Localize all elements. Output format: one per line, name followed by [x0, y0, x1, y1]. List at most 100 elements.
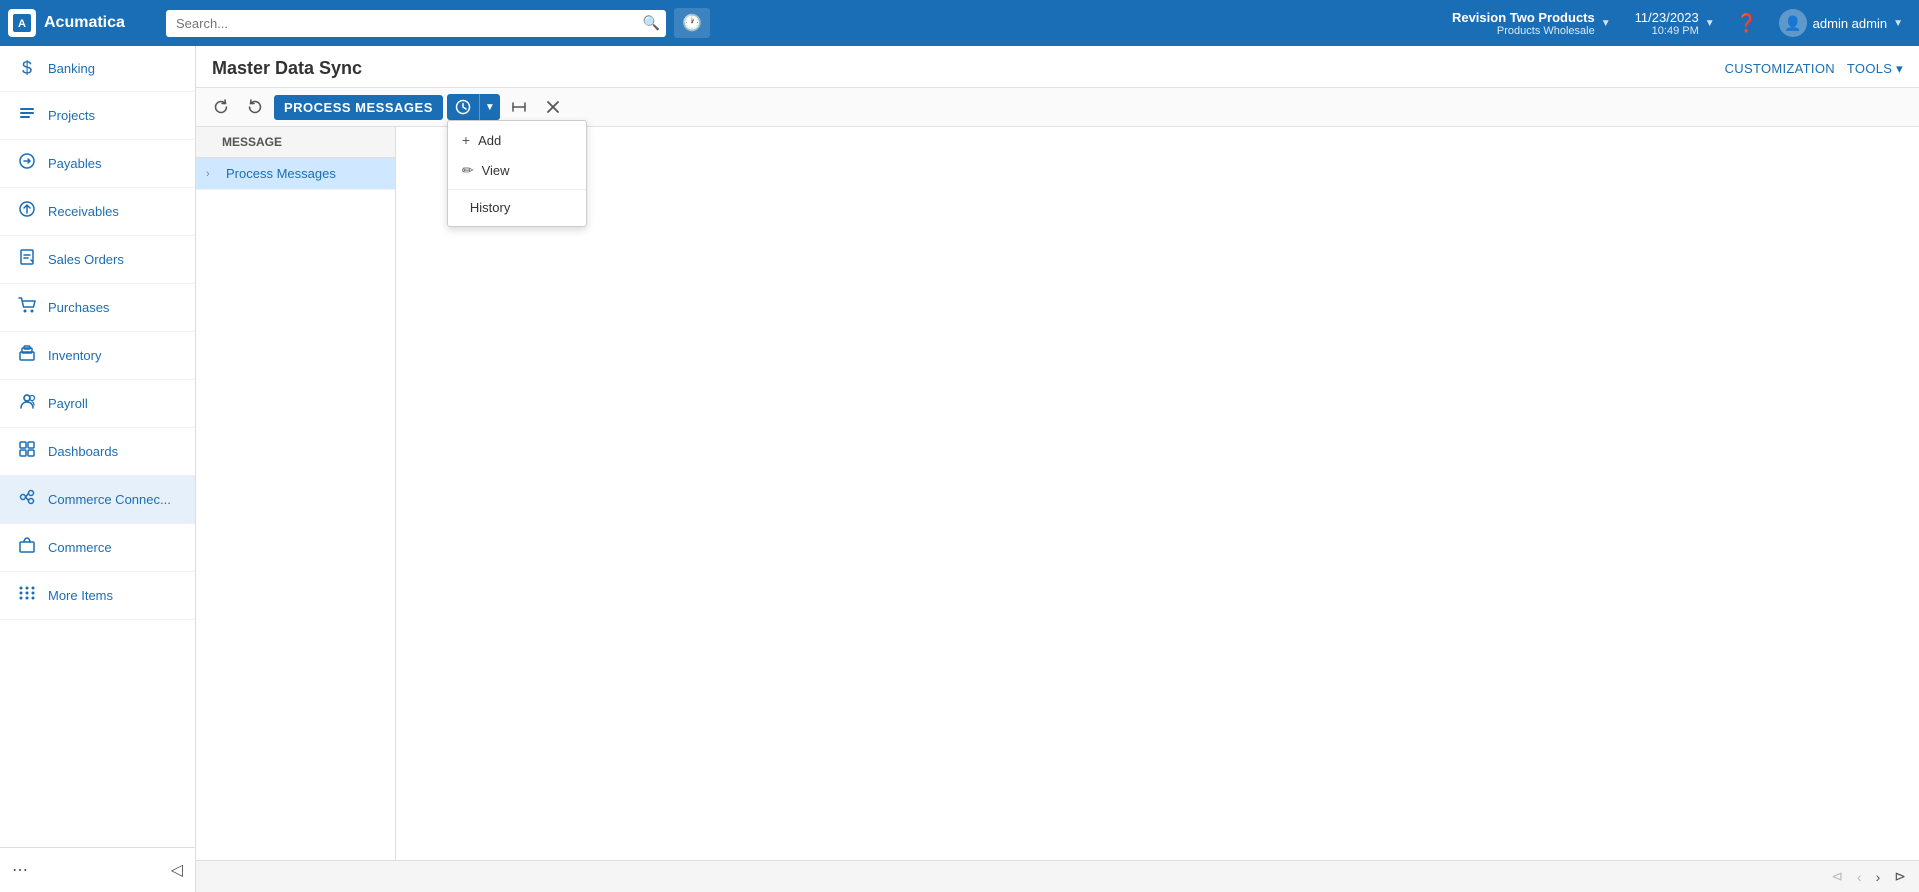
sidebar-label-commerce: Commerce [48, 540, 112, 555]
clock-dropdown-group: ▼ + Add ✏ View History [447, 94, 500, 120]
pagination-first-button[interactable]: ⊲ [1826, 865, 1848, 888]
top-navbar: A Acumatica 🔍 🕐 Revision Two Products Pr… [0, 0, 1919, 46]
dropdown-history-item[interactable]: History [448, 193, 586, 222]
right-panel [396, 127, 1919, 860]
refresh-button[interactable] [206, 94, 236, 120]
user-name: admin admin [1813, 16, 1887, 31]
clear-button[interactable] [538, 94, 568, 120]
commerce-icon [16, 536, 38, 559]
svg-text:A: A [18, 18, 26, 30]
sidebar-item-payroll[interactable]: Payroll [0, 380, 195, 428]
more-items-icon [16, 584, 38, 607]
dropdown-view-label: View [482, 163, 510, 178]
company-text: Revision Two Products Products Wholesale [1452, 10, 1595, 37]
sidebar-item-more-items[interactable]: More Items [0, 572, 195, 620]
sidebar-label-payroll: Payroll [48, 396, 88, 411]
logo-area[interactable]: A Acumatica [8, 9, 158, 37]
history-button[interactable]: 🕐 [674, 8, 710, 38]
add-icon: + [462, 132, 470, 148]
list-item-expand-icon: › [206, 168, 222, 180]
sidebar-item-dashboards[interactable]: Dashboards [0, 428, 195, 476]
view-icon: ✏ [462, 162, 474, 179]
clock-dropdown-menu: + Add ✏ View History [447, 120, 587, 227]
process-messages-button[interactable]: PROCESS MESSAGES [274, 95, 443, 120]
app-name: Acumatica [44, 14, 125, 32]
sidebar-label-dashboards: Dashboards [48, 444, 118, 459]
panel-header: Message [196, 127, 395, 158]
page-title: Master Data Sync [212, 58, 362, 79]
receivables-icon [16, 200, 38, 223]
commerce-connect-icon [16, 488, 38, 511]
list-item[interactable]: › Process Messages [196, 158, 395, 190]
sidebar-item-sales-orders[interactable]: Sales Orders [0, 236, 195, 284]
dropdown-view-item[interactable]: ✏ View [448, 155, 586, 186]
sidebar-item-banking[interactable]: $ Banking [0, 46, 195, 92]
pagination-prev-button[interactable]: ‹ [1852, 866, 1867, 888]
clock-main-button[interactable] [447, 94, 479, 120]
user-avatar-icon: 👤 [1779, 9, 1807, 37]
pagination-last-button[interactable]: ⊳ [1889, 865, 1911, 888]
nav-time: 10:49 PM [1652, 25, 1699, 37]
sidebar-menu-button[interactable]: ⋯ [8, 856, 32, 884]
page-header: Master Data Sync CUSTOMIZATION TOOLS ▾ [196, 46, 1919, 88]
nav-date: 11/23/2023 [1635, 10, 1699, 25]
sidebar-item-purchases[interactable]: Purchases [0, 284, 195, 332]
list-item-label: Process Messages [226, 166, 336, 181]
pagination-next-button[interactable]: › [1871, 866, 1886, 888]
sidebar-item-inventory[interactable]: Inventory [0, 332, 195, 380]
clock-dropdown-button[interactable]: ▼ [479, 94, 500, 120]
sidebar-label-inventory: Inventory [48, 348, 101, 363]
sidebar-label-sales-orders: Sales Orders [48, 252, 124, 267]
payroll-icon [16, 392, 38, 415]
process-messages-label: PROCESS MESSAGES [284, 100, 433, 115]
page-header-actions: CUSTOMIZATION TOOLS ▾ [1725, 61, 1903, 77]
tools-link[interactable]: TOOLS ▾ [1847, 61, 1903, 77]
main-content: Master Data Sync CUSTOMIZATION TOOLS ▾ P… [196, 46, 1919, 892]
sidebar-item-receivables[interactable]: Receivables [0, 188, 195, 236]
dollar-icon: $ [16, 58, 38, 79]
panel-column-header: Message [222, 135, 282, 149]
sidebar-item-projects[interactable]: Projects [0, 92, 195, 140]
sidebar-bottom: ⋯ ◁ [0, 847, 195, 892]
company-selector[interactable]: Revision Two Products Products Wholesale… [1444, 6, 1619, 41]
dropdown-history-label: History [470, 200, 510, 215]
sales-orders-icon [16, 248, 38, 271]
payables-icon [16, 152, 38, 175]
bottom-bar: ⊲ ‹ › ⊳ [196, 860, 1919, 892]
help-button[interactable]: ❓ [1731, 7, 1763, 39]
sidebar-label-commerce-connect: Commerce Connec... [48, 492, 171, 507]
search-area: 🔍 [166, 10, 666, 37]
datetime-text: 11/23/2023 10:49 PM [1635, 10, 1699, 37]
sidebar-item-commerce[interactable]: Commerce [0, 524, 195, 572]
dropdown-add-label: Add [478, 133, 501, 148]
dropdown-divider [448, 189, 586, 190]
search-button[interactable]: 🔍 [643, 15, 660, 32]
sidebar-item-commerce-connect[interactable]: Commerce Connec... [0, 476, 195, 524]
sidebar-collapse-button[interactable]: ◁ [167, 856, 187, 884]
sidebar-label-receivables: Receivables [48, 204, 119, 219]
sidebar-label-more-items: More Items [48, 588, 113, 603]
purchases-icon [16, 296, 38, 319]
undo-button[interactable] [240, 94, 270, 120]
sidebar-item-payables[interactable]: Payables [0, 140, 195, 188]
company-sub: Products Wholesale [1497, 25, 1595, 37]
message-list-panel: Message › Process Messages [196, 127, 396, 860]
search-input[interactable] [166, 10, 666, 37]
datetime-selector[interactable]: 11/23/2023 10:49 PM ▼ [1627, 6, 1723, 41]
sidebar: $ Banking Projects Payables Rec [0, 46, 196, 892]
dropdown-add-item[interactable]: + Add [448, 125, 586, 155]
inventory-icon [16, 344, 38, 367]
user-chevron-icon: ▼ [1893, 18, 1903, 29]
dashboards-icon [16, 440, 38, 463]
fit-columns-button[interactable] [504, 94, 534, 120]
user-menu[interactable]: 👤 admin admin ▼ [1771, 5, 1911, 41]
customization-link[interactable]: CUSTOMIZATION [1725, 61, 1835, 77]
acumatica-logo: A [8, 9, 36, 37]
sidebar-label-projects: Projects [48, 108, 95, 123]
sidebar-label-purchases: Purchases [48, 300, 109, 315]
sidebar-label-banking: Banking [48, 61, 95, 76]
content-area: Message › Process Messages [196, 127, 1919, 860]
toolbar: PROCESS MESSAGES ▼ + Add ✏ View [196, 88, 1919, 127]
company-name: Revision Two Products [1452, 10, 1595, 25]
datetime-chevron-icon: ▼ [1705, 18, 1715, 29]
